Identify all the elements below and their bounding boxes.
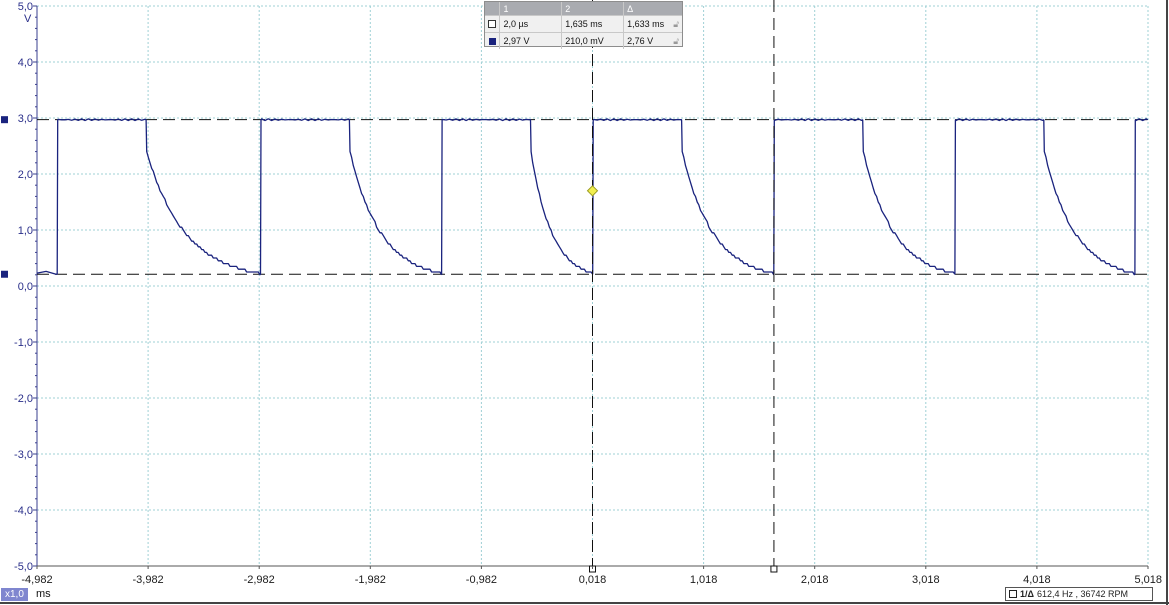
cursor-swatch-icon	[1009, 590, 1017, 598]
x-tick-label: -0,982	[466, 574, 497, 586]
cursor-row-voltage: 2,97 V 210,0 mV 2,76 V 🔓︎	[485, 32, 682, 49]
time-swatch	[488, 20, 497, 28]
x-tick-label: 2,018	[801, 574, 829, 586]
col-delta: Δ	[623, 2, 670, 15]
cursor-table-header: 1 2 Δ	[485, 2, 682, 15]
voltage-cursor-1: 2,97 V	[499, 33, 561, 49]
cursor-readout-table[interactable]: 1 2 Δ 2,0 µs 1,635 ms 1,633 ms 🔓︎ 2,97 V…	[484, 1, 683, 49]
channel-a-swatch	[488, 37, 496, 45]
y-tick-label: -2,0	[14, 393, 33, 405]
y-tick-label: 2,0	[18, 169, 33, 181]
x-tick-label: -3,982	[132, 574, 163, 586]
frequency-value: 612,4 Hz , 36742 RPM	[1036, 589, 1129, 599]
frequency-channel-label: 1/Δ	[1020, 589, 1034, 599]
y-tick-label: -5,0	[14, 561, 33, 573]
cursor-row-time: 2,0 µs 1,635 ms 1,633 ms 🔓︎	[485, 15, 682, 32]
horizontal-cursor-handle[interactable]	[1, 270, 8, 278]
y-unit-label: V	[24, 13, 32, 25]
x-tick-label: 1,018	[690, 574, 718, 586]
frequency-readout[interactable]: 1/Δ 612,4 Hz , 36742 RPM	[1005, 587, 1153, 601]
zoom-level-badge[interactable]: x1,0	[1, 588, 28, 601]
x-tick-label: 0,018	[579, 574, 607, 586]
col-cursor-1: 1	[499, 2, 561, 15]
x-tick-label: 5,018	[1134, 574, 1162, 586]
y-tick-label: -3,0	[14, 449, 33, 461]
x-tick-label: 3,018	[912, 574, 940, 586]
oscilloscope-plot[interactable]: 5,0 4,0 3,0 2,0 1,0 0,0 -1,0 -2,0 -3,0 -4,0 -5,0 -…	[0, 0, 1169, 605]
x-tick-label: -1,982	[355, 574, 386, 586]
y-tick-label: -4,0	[14, 505, 33, 517]
y-tick-label: 5,0	[18, 1, 33, 13]
y-tick-label: 1,0	[18, 225, 33, 237]
lock-icon[interactable]: 🔓︎	[670, 33, 682, 49]
x-unit-label: ms	[36, 588, 51, 600]
time-cursor-2: 1,635 ms	[561, 16, 623, 32]
y-tick-label: 0,0	[18, 281, 33, 293]
lock-icon[interactable]: 🔓︎	[670, 16, 682, 32]
time-delta: 1,633 ms	[623, 16, 670, 32]
vertical-cursor-handle[interactable]	[770, 565, 778, 573]
voltage-cursor-2: 210,0 mV	[561, 33, 623, 49]
x-tick-label: -2,982	[244, 574, 275, 586]
y-tick-label: 3,0	[18, 113, 33, 125]
voltage-delta: 2,76 V	[623, 33, 670, 49]
x-tick-label: 4,018	[1023, 574, 1051, 586]
col-cursor-2: 2	[561, 2, 623, 15]
x-tick-label: -4,982	[21, 574, 52, 586]
time-cursor-1: 2,0 µs	[499, 16, 561, 32]
y-tick-label: 4,0	[18, 57, 33, 69]
y-tick-label: -1,0	[14, 337, 33, 349]
horizontal-cursor-handle[interactable]	[1, 116, 8, 124]
plot-background	[0, 0, 1169, 605]
